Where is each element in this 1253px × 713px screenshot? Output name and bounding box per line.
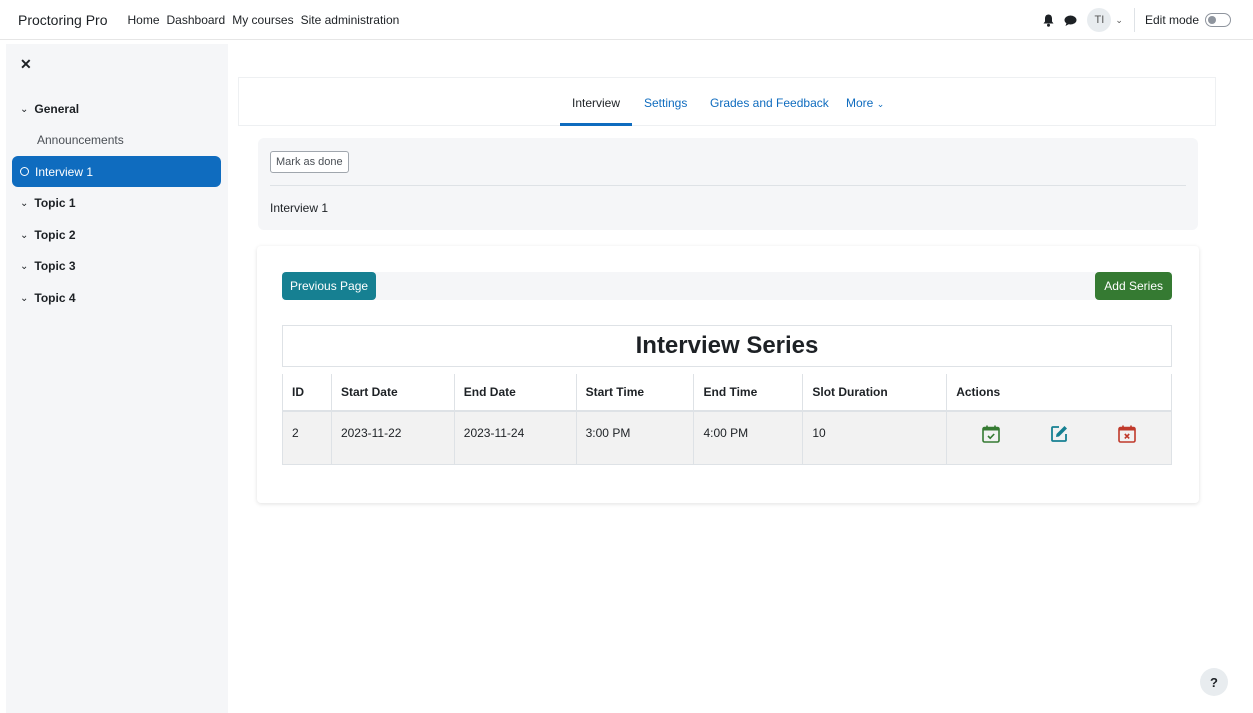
cell-start-time: 3:00 PM: [576, 411, 695, 465]
column-header-end-time: End Time: [693, 374, 804, 412]
sidebar-section-topic-4[interactable]: ⌄ Topic 4: [20, 291, 76, 305]
table-header-row: ID Start Date End Date Start Time End Ti…: [282, 374, 1172, 412]
mark-as-done-button[interactable]: Mark as done: [270, 151, 349, 173]
sidebar-section-topic-2[interactable]: ⌄ Topic 2: [20, 228, 76, 242]
section-label: Topic 1: [34, 196, 76, 210]
user-avatar[interactable]: TI: [1087, 8, 1112, 32]
column-header-actions: Actions: [946, 374, 1172, 412]
interview-series-card: Previous Page Add Series Interview Serie…: [257, 246, 1199, 503]
table-row: 2 2023-11-22 2023-11-24 3:00 PM 4:00 PM …: [282, 411, 1172, 465]
sidebar-item-label: Interview 1: [35, 164, 94, 179]
activity-divider: [270, 185, 1186, 186]
chevron-down-icon: ⌄: [20, 260, 29, 272]
view-slots-calendar-check-icon[interactable]: [981, 424, 1001, 444]
top-navbar: Proctoring Pro Home Dashboard My courses…: [0, 0, 1253, 40]
course-index-drawer: ✕ ⌄ General Announcements Interview 1 ⌄ …: [6, 44, 228, 713]
sidebar-section-topic-1[interactable]: ⌄ Topic 1: [20, 196, 76, 210]
nav-my-courses[interactable]: My courses: [232, 13, 293, 27]
navbar-divider: [1133, 8, 1135, 32]
close-drawer-icon[interactable]: ✕: [20, 56, 32, 73]
cell-id: 2: [282, 411, 332, 465]
column-header-end-date: End Date: [454, 374, 577, 412]
nav-home[interactable]: Home: [127, 13, 159, 27]
edit-mode-toggle[interactable]: [1205, 13, 1231, 27]
column-header-id: ID: [282, 374, 332, 412]
help-button[interactable]: ?: [1200, 668, 1228, 696]
primary-navigation: Home Dashboard My courses Site administr…: [127, 13, 399, 27]
tab-more[interactable]: More ⌄: [846, 96, 884, 110]
secondary-navigation: Interview Settings Grades and Feedback M…: [238, 77, 1216, 126]
row-action-icons: [947, 424, 1171, 444]
messages-chat-icon[interactable]: [1064, 15, 1077, 26]
completion-circle-icon: [20, 167, 29, 176]
site-brand[interactable]: Proctoring Pro: [18, 12, 107, 28]
sidebar-item-interview-1[interactable]: Interview 1: [12, 156, 221, 187]
column-header-start-time: Start Time: [576, 374, 695, 412]
edit-series-pencil-icon[interactable]: [1049, 424, 1069, 444]
chevron-down-icon: ⌄: [20, 229, 29, 241]
interview-series-table: ID Start Date End Date Start Time End Ti…: [282, 374, 1172, 465]
chevron-down-icon: ⌄: [20, 292, 29, 304]
sidebar-section-general[interactable]: ⌄ General: [20, 102, 79, 116]
sidebar-section-topic-3[interactable]: ⌄ Topic 3: [20, 259, 76, 273]
cell-slot-duration: 10: [802, 411, 948, 465]
notifications-bell-icon[interactable]: [1043, 14, 1054, 27]
user-menu-area: TI ⌄ Edit mode: [1043, 0, 1231, 40]
section-label: Topic 2: [34, 228, 76, 242]
tab-interview[interactable]: Interview: [572, 96, 620, 110]
toggle-knob: [1208, 16, 1216, 24]
column-header-slot-duration: Slot Duration: [802, 374, 948, 412]
activity-name: Interview 1: [270, 201, 329, 215]
section-label: Topic 3: [34, 259, 76, 273]
nav-site-administration[interactable]: Site administration: [301, 13, 400, 27]
cell-end-date: 2023-11-24: [454, 411, 577, 465]
action-button-bar: Previous Page Add Series: [282, 272, 1172, 300]
activity-header: Mark as done Interview 1: [258, 138, 1198, 230]
tab-settings[interactable]: Settings: [644, 96, 687, 110]
column-header-start-date: Start Date: [331, 374, 455, 412]
chevron-down-icon: ⌄: [876, 99, 885, 109]
cell-start-date: 2023-11-22: [331, 411, 455, 465]
chevron-down-icon: ⌄: [20, 197, 29, 209]
edit-mode-label: Edit mode: [1144, 13, 1199, 27]
chevron-down-icon: ⌄: [20, 103, 29, 115]
nav-dashboard[interactable]: Dashboard: [167, 13, 226, 27]
tab-grades-and-feedback[interactable]: Grades and Feedback: [710, 96, 829, 110]
cell-actions: [946, 411, 1172, 465]
sidebar-item-announcements[interactable]: Announcements: [37, 133, 124, 147]
active-tab-indicator: [560, 123, 632, 126]
user-menu-chevron-down-icon[interactable]: ⌄: [1115, 15, 1123, 26]
add-series-button[interactable]: Add Series: [1095, 272, 1172, 300]
section-label: General: [34, 102, 80, 116]
delete-series-calendar-x-icon[interactable]: [1117, 424, 1137, 444]
section-label: Topic 4: [34, 291, 76, 305]
tab-more-label: More: [846, 96, 874, 110]
previous-page-button[interactable]: Previous Page: [282, 272, 377, 300]
cell-end-time: 4:00 PM: [693, 411, 804, 465]
table-title: Interview Series: [282, 325, 1172, 367]
